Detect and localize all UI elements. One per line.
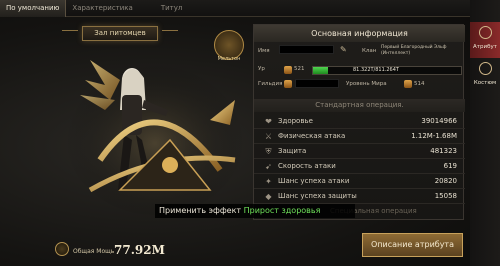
name-label: Имя xyxy=(258,48,270,54)
level-value: 521 xyxy=(294,66,305,72)
stat-name: Здоровье xyxy=(278,117,313,125)
clan-label: Клан xyxy=(362,48,377,54)
stat-name: Защита xyxy=(278,147,307,155)
sword-icon: ⚔ xyxy=(264,132,273,141)
info-panel: Основная информация Имя ✎ Клан Первый Бл… xyxy=(253,24,465,220)
stat-value: 39014966 xyxy=(421,117,457,125)
level-icon xyxy=(284,66,292,74)
stat-row: ⚔ Физическая атака 1.12M-1.68M xyxy=(254,129,465,144)
costume-icon xyxy=(479,62,492,75)
stat-name: Физическая атака xyxy=(278,132,346,140)
guild-value xyxy=(295,79,339,88)
name-value xyxy=(279,45,334,54)
tooltip-prefix: Применить эффект xyxy=(159,206,242,215)
side-rail: Атрибут Костюм xyxy=(470,0,500,266)
shield-icon: ⛨ xyxy=(265,147,272,156)
heart-icon: ❤ xyxy=(265,117,272,126)
stat-row: ✦ Шанс успеха атаки 20820 xyxy=(254,174,465,189)
exp-fill xyxy=(313,67,328,74)
panel-title: Основная информация xyxy=(254,25,465,42)
rail-item-costume[interactable]: Костюм xyxy=(470,58,500,94)
top-tabs: По умолчанию Характеристика Титул xyxy=(0,0,470,17)
stat-name: Шанс успеха защиты xyxy=(278,192,357,200)
clan-name: Первый Благородный Эльф (Интеллект) xyxy=(381,45,447,56)
character-screen: По умолчанию Характеристика Титул Зал пи… xyxy=(0,0,500,266)
power-label: Общая Мощь xyxy=(73,248,115,255)
power-value: 77.92M xyxy=(114,243,165,257)
stat-value: 20820 xyxy=(434,177,457,185)
attribute-icon xyxy=(479,26,492,39)
block-icon: ◆ xyxy=(265,192,272,201)
banner-wing-right xyxy=(162,30,178,37)
attribute-description-button[interactable]: Описание атрибута xyxy=(362,233,463,257)
section-standard: Стандартная операция. xyxy=(254,99,465,112)
tooltip-highlight: Прирост здоровья xyxy=(243,206,321,215)
world-level-label: Уровень Мира xyxy=(346,81,387,87)
effect-tooltip: Применить эффект Прирост здоровья xyxy=(155,204,355,218)
tab-title[interactable]: Титул xyxy=(139,0,189,17)
stat-value: 1.12M-1.68M xyxy=(411,132,457,140)
emblem-label: Мельтон xyxy=(217,56,241,62)
stat-row: ❤ Здоровье 39014966 xyxy=(254,114,465,129)
edit-name-icon[interactable]: ✎ xyxy=(340,46,348,54)
rail-label-costume: Костюм xyxy=(473,80,497,86)
stat-value: 15058 xyxy=(434,192,457,200)
tab-characteristics[interactable]: Характеристика xyxy=(66,0,138,17)
stat-name: Скорость атаки xyxy=(278,162,336,170)
exp-bar: 81.322T/811.264T xyxy=(312,66,462,75)
banner-wing-left xyxy=(62,30,78,37)
rail-item-attribute[interactable]: Атрибут xyxy=(470,22,500,58)
tab-default[interactable]: По умолчанию xyxy=(0,0,67,17)
stat-value: 619 xyxy=(443,162,457,170)
guild-label: Гильдия xyxy=(258,81,283,87)
guild-icon xyxy=(284,80,292,88)
stat-row: ➹ Скорость атаки 619 xyxy=(254,159,465,174)
pet-hall-banner[interactable]: Зал питомцев xyxy=(82,26,158,41)
exp-text: 81.322T/811.264T xyxy=(353,67,399,73)
speed-icon: ➹ xyxy=(265,162,272,171)
world-level-value: 514 xyxy=(414,81,425,87)
stat-row: ◆ Шанс успеха защиты 15058 xyxy=(254,189,465,204)
stat-name: Шанс успеха атаки xyxy=(278,177,350,185)
stat-value: 481323 xyxy=(430,147,457,155)
stat-row: ⛨ Защита 481323 xyxy=(254,144,465,159)
level-label: Ур xyxy=(258,66,265,72)
crit-icon: ✦ xyxy=(265,177,272,186)
power-icon xyxy=(55,242,69,256)
rail-label-attribute: Атрибут xyxy=(473,44,497,50)
world-level-icon xyxy=(404,80,412,88)
character-portrait xyxy=(65,55,245,215)
